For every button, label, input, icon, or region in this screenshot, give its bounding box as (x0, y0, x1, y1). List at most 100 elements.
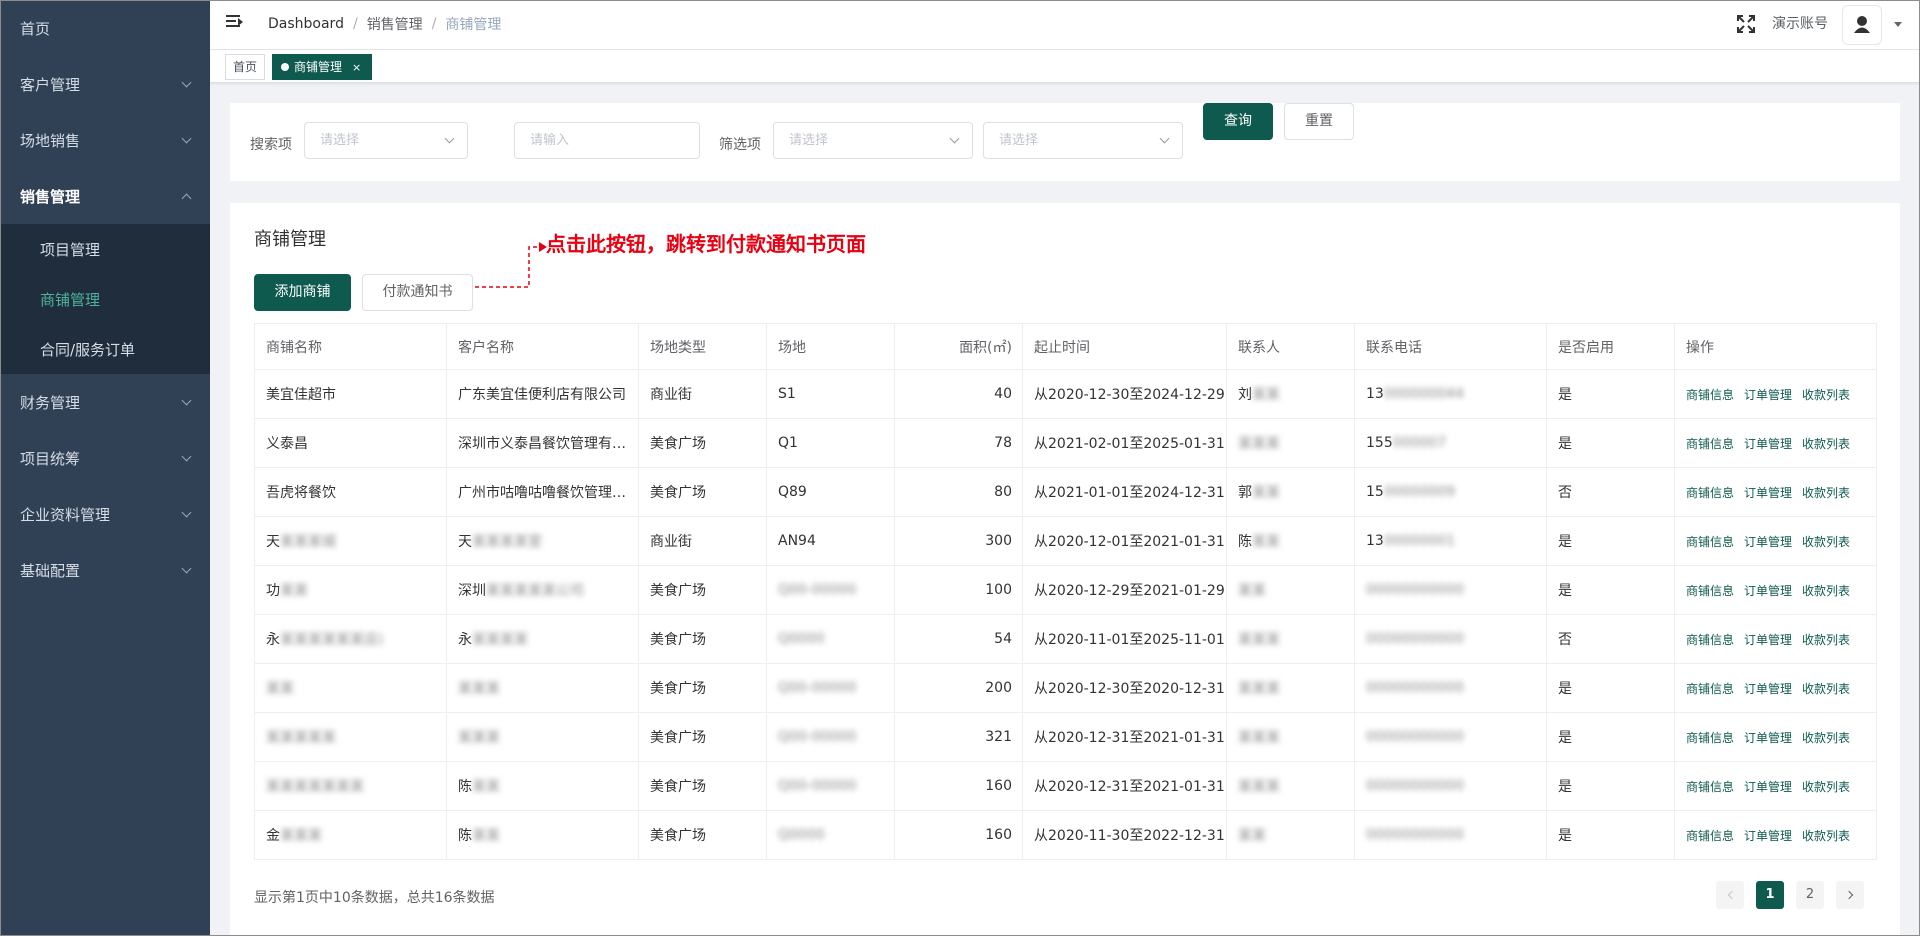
sidebar-subitem-contracts[interactable]: 合同/服务订单 (0, 324, 210, 374)
sidebar-item-planning[interactable]: 项目统筹 (0, 430, 210, 486)
shop-info-link[interactable]: 商铺信息 (1686, 535, 1734, 549)
payment-list-link[interactable]: 收款列表 (1802, 780, 1850, 794)
cell-phone: 155000007 (1354, 418, 1547, 468)
sidebar-item-home[interactable]: 首页 (0, 0, 210, 56)
cell-customer-name: 某某某 (446, 663, 639, 713)
cell-customer-name: 永某某某某 (446, 614, 639, 664)
shop-info-link[interactable]: 商铺信息 (1686, 388, 1734, 402)
next-page-button[interactable] (1836, 881, 1864, 909)
shop-info-link[interactable]: 商铺信息 (1686, 829, 1734, 843)
sidebar: 首页 客户管理 场地销售 销售管理 项目管理 商铺管理 合同/服务订单 财务管理… (0, 0, 210, 936)
breadcrumb-dashboard[interactable]: Dashboard (268, 16, 344, 32)
cell-contact: 某某某 (1226, 761, 1355, 811)
cell-contact: 某某 (1226, 565, 1355, 615)
select-placeholder: 请选择 (320, 133, 360, 148)
payment-list-link[interactable]: 收款列表 (1802, 535, 1850, 549)
tag-current[interactable]: 商铺管理 × (272, 54, 372, 80)
avatar[interactable] (1842, 5, 1882, 45)
cell-shop-name: 某某某某某 (254, 712, 447, 762)
cell-shop-name: 金某某某 (254, 810, 447, 860)
order-manage-link[interactable]: 订单管理 (1744, 731, 1792, 745)
cell-area: 321 (894, 712, 1023, 762)
cell-customer-name: 天某某某某室 (446, 516, 639, 566)
filter-select-2[interactable]: 请选择 (983, 122, 1183, 159)
cell-area: 200 (894, 663, 1023, 713)
user-icon (1854, 16, 1870, 33)
order-manage-link[interactable]: 订单管理 (1744, 388, 1792, 402)
search-field-select[interactable]: 请选择 (304, 122, 468, 159)
sidebar-item-customers[interactable]: 客户管理 (0, 56, 210, 112)
shop-info-link[interactable]: 商铺信息 (1686, 731, 1734, 745)
filter-select-1[interactable]: 请选择 (773, 122, 973, 159)
col-enabled: 是否启用 (1546, 323, 1675, 370)
payment-list-link[interactable]: 收款列表 (1802, 682, 1850, 696)
payment-list-link[interactable]: 收款列表 (1802, 486, 1850, 500)
cell-actions: 商铺信息 订单管理 收款列表 (1674, 761, 1877, 811)
sidebar-item-company-info[interactable]: 企业资料管理 (0, 486, 210, 542)
payment-list-link[interactable]: 收款列表 (1802, 829, 1850, 843)
query-button[interactable]: 查询 (1203, 103, 1273, 140)
sidebar-item-finance[interactable]: 财务管理 (0, 374, 210, 430)
hamburger-icon[interactable] (226, 15, 244, 31)
cell-phone: 00000000000 (1354, 810, 1547, 860)
chevron-down-icon (949, 133, 960, 144)
chevron-down-icon (1159, 133, 1170, 144)
prev-page-button[interactable] (1716, 881, 1744, 909)
order-manage-link[interactable]: 订单管理 (1744, 535, 1792, 549)
filter-label: 筛选项 (719, 137, 761, 153)
add-shop-button[interactable]: 添加商铺 (254, 274, 351, 311)
shop-info-link[interactable]: 商铺信息 (1686, 486, 1734, 500)
order-manage-link[interactable]: 订单管理 (1744, 829, 1792, 843)
shop-info-link[interactable]: 商铺信息 (1686, 780, 1734, 794)
payment-list-link[interactable]: 收款列表 (1802, 584, 1850, 598)
order-manage-link[interactable]: 订单管理 (1744, 780, 1792, 794)
table-header-row: 商铺名称 客户名称 场地类型 场地 面积(㎡) 起止时间 联系人 联系电话 是否… (254, 323, 1877, 370)
cell-period: 从2020-12-30至2020-12-31 (1022, 663, 1227, 713)
payment-notice-button[interactable]: 付款通知书 (362, 274, 473, 311)
order-manage-link[interactable]: 订单管理 (1744, 437, 1792, 451)
table-row: 永某某某某某某店) 永某某某某 美食广场 Q0000 54 从2020-11-0… (254, 614, 1877, 664)
table-row: 金某某某 陈某某 美食广场 Q0000 160 从2020-11-30至2022… (254, 810, 1877, 860)
table-row: 美宜佳超市 广东美宜佳便利店有限公司 商业街 S1 40 从2020-12-30… (254, 369, 1877, 419)
sidebar-item-venue-sales[interactable]: 场地销售 (0, 112, 210, 168)
sidebar-item-sales[interactable]: 销售管理 (0, 168, 210, 224)
page-1-button[interactable]: 1 (1756, 881, 1784, 909)
order-manage-link[interactable]: 订单管理 (1744, 584, 1792, 598)
cell-venue: Q00-00000 (766, 565, 895, 615)
sidebar-subitem-projects[interactable]: 项目管理 (0, 224, 210, 274)
payment-list-link[interactable]: 收款列表 (1802, 437, 1850, 451)
cell-contact: 陈某某 (1226, 516, 1355, 566)
cell-area: 100 (894, 565, 1023, 615)
cell-actions: 商铺信息 订单管理 收款列表 (1674, 663, 1877, 713)
cell-contact: 某某某 (1226, 663, 1355, 713)
shop-info-link[interactable]: 商铺信息 (1686, 633, 1734, 647)
payment-list-link[interactable]: 收款列表 (1802, 731, 1850, 745)
shop-info-link[interactable]: 商铺信息 (1686, 682, 1734, 696)
payment-list-link[interactable]: 收款列表 (1802, 388, 1850, 402)
cell-period: 从2021-02-01至2025-01-31 (1022, 418, 1227, 468)
account-dropdown-caret-icon[interactable] (1894, 22, 1902, 27)
tag-label: 商铺管理 (294, 60, 343, 74)
shop-info-link[interactable]: 商铺信息 (1686, 437, 1734, 451)
reset-button[interactable]: 重置 (1284, 103, 1354, 140)
order-manage-link[interactable]: 订单管理 (1744, 633, 1792, 647)
cell-phone: 00000000000 (1354, 565, 1547, 615)
search-label: 搜索项 (250, 137, 292, 153)
search-input[interactable]: 请输入 (514, 122, 700, 159)
card-title: 商铺管理 (254, 229, 326, 250)
fullscreen-icon[interactable] (1736, 14, 1756, 34)
page-2-button[interactable]: 2 (1796, 881, 1824, 909)
cell-actions: 商铺信息 订单管理 收款列表 (1674, 467, 1877, 517)
sidebar-item-base-config[interactable]: 基础配置 (0, 542, 210, 598)
chevron-down-icon (181, 451, 192, 462)
order-manage-link[interactable]: 订单管理 (1744, 682, 1792, 696)
tag-home[interactable]: 首页 (225, 54, 265, 80)
cell-venue: Q1 (766, 418, 895, 468)
sidebar-subitem-shops[interactable]: 商铺管理 (0, 274, 210, 324)
cell-period: 从2020-12-31至2021-01-31 (1022, 761, 1227, 811)
account-name[interactable]: 演示账号 (1772, 13, 1828, 33)
payment-list-link[interactable]: 收款列表 (1802, 633, 1850, 647)
order-manage-link[interactable]: 订单管理 (1744, 486, 1792, 500)
shop-info-link[interactable]: 商铺信息 (1686, 584, 1734, 598)
close-icon[interactable]: × (352, 61, 361, 74)
